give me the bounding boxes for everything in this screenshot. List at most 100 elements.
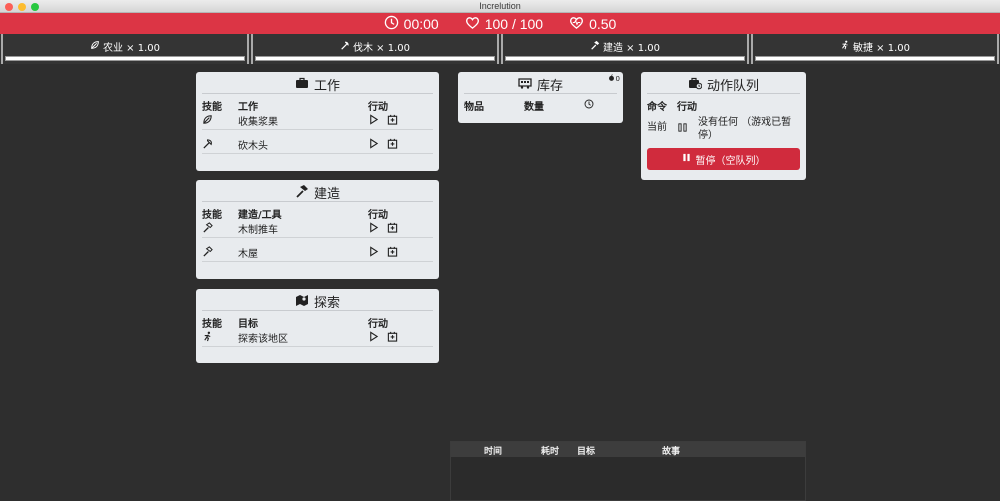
queue-table-header: 命令 行动 <box>647 98 800 113</box>
build-card-title: 建造 <box>313 187 340 202</box>
status-bar: 00:00 100 / 100 0.50 <box>0 13 1000 34</box>
pause-icon <box>682 153 691 165</box>
skill-progress-woodcutting <box>255 56 495 61</box>
skill-woodcutting: 伐木 × 1.00 <box>251 34 499 64</box>
header-skill: 技能 <box>202 209 222 221</box>
skill-agility: 敏捷 × 1.00 <box>751 34 999 64</box>
play-icon[interactable] <box>368 137 379 152</box>
header-action: 行动 <box>677 101 697 113</box>
action-queue-title: 动作队列 <box>706 79 759 94</box>
hammer-icon <box>295 184 309 202</box>
add-to-queue-icon[interactable] <box>387 138 398 152</box>
work-row: 砍木头 <box>202 136 433 154</box>
log-header-duration: 耗时 <box>541 447 560 457</box>
add-to-queue-icon[interactable] <box>387 331 398 345</box>
header-name: 目标 <box>238 318 258 330</box>
skill-progress-construction <box>505 56 745 61</box>
work-name: 砍木头 <box>238 141 268 152</box>
time-stat: 00:00 <box>384 15 439 33</box>
log-header-story: 故事 <box>662 447 681 457</box>
explore-card: 探索 技能 目标 行动 探索该地区 <box>196 289 439 363</box>
build-row: 木制推车 <box>202 220 433 238</box>
pause-icon[interactable] <box>677 116 698 142</box>
build-table-header: 技能 建造/工具 行动 <box>202 206 433 221</box>
explore-row: 探索该地区 <box>202 329 433 347</box>
skill-progress-farming <box>5 56 245 61</box>
work-card-title: 工作 <box>313 79 340 94</box>
rate-value: 0.50 <box>589 15 617 32</box>
pause-queue-label: 暂停（空队列） <box>695 155 766 167</box>
work-card-header: 工作 <box>202 76 433 94</box>
clock-icon <box>384 15 399 33</box>
add-to-queue-icon[interactable] <box>387 246 398 260</box>
heart-icon <box>465 15 480 33</box>
header-skill: 技能 <box>202 101 222 113</box>
work-name: 收集浆果 <box>238 117 278 128</box>
build-row: 木屋 <box>202 244 433 262</box>
explore-table-header: 技能 目标 行动 <box>202 315 433 330</box>
action-queue-card-header: 动作队列 <box>647 76 800 94</box>
inventory-card-header: 库存 <box>464 76 617 94</box>
story-log-header: 时间 耗时 目标 故事 <box>451 442 805 457</box>
skill-label-farming: 农业 × 1.00 <box>102 43 160 54</box>
queue-current-label: 当前 <box>647 122 667 133</box>
skill-farming: 农业 × 1.00 <box>1 34 249 64</box>
hammer-icon <box>202 221 238 236</box>
add-to-queue-icon[interactable] <box>387 222 398 236</box>
work-table-header: 技能 工作 行动 <box>202 98 433 113</box>
skill-label-construction: 建造 × 1.00 <box>602 43 660 54</box>
action-queue-card: 动作队列 命令 行动 当前 没有任何 （游戏已暂停） 暂停（空队列） <box>641 72 806 180</box>
map-icon <box>295 293 309 311</box>
hammer-icon <box>590 40 600 53</box>
inventory-card: 0 库存 物品 数量 <box>458 72 623 123</box>
warehouse-icon <box>518 76 532 94</box>
window-titlebar: Increlution <box>0 0 1000 13</box>
build-card-header: 建造 <box>202 184 433 202</box>
header-action: 行动 <box>368 101 388 113</box>
axe-icon <box>202 138 238 152</box>
window-title: Increlution <box>479 1 521 11</box>
rate-stat: 0.50 <box>569 15 616 33</box>
header-name: 工作 <box>238 101 258 113</box>
inventory-count-badge: 0 <box>608 74 620 83</box>
header-name: 建造/工具 <box>238 209 282 221</box>
work-card: 工作 技能 工作 行动 收集浆果 砍木头 <box>196 72 439 171</box>
runner-icon <box>202 331 238 345</box>
skill-progress-agility <box>755 56 995 61</box>
story-log: 时间 耗时 目标 故事 <box>450 441 806 501</box>
work-row: 收集浆果 <box>202 112 433 130</box>
explore-name: 探索该地区 <box>238 334 288 345</box>
header-action: 行动 <box>368 318 388 330</box>
inventory-card-title: 库存 <box>536 79 563 94</box>
play-icon[interactable] <box>368 330 379 345</box>
log-header-target: 目标 <box>577 447 596 457</box>
explore-card-title: 探索 <box>313 296 340 311</box>
leaf-icon <box>90 40 100 53</box>
health-value: 100 / 100 <box>484 15 544 32</box>
play-icon[interactable] <box>368 113 379 128</box>
heart-pulse-icon <box>569 15 584 33</box>
header-action: 行动 <box>368 209 388 221</box>
queue-current-row: 当前 没有任何 （游戏已暂停） <box>647 116 800 142</box>
briefcase-icon <box>295 76 309 94</box>
skill-label-agility: 敏捷 × 1.00 <box>852 43 910 54</box>
apple-icon <box>608 74 615 83</box>
build-card: 建造 技能 建造/工具 行动 木制推车 木屋 <box>196 180 439 279</box>
header-skill: 技能 <box>202 318 222 330</box>
play-icon[interactable] <box>368 245 379 260</box>
add-to-queue-icon[interactable] <box>387 114 398 128</box>
axe-icon <box>340 40 350 53</box>
inventory-count: 0 <box>615 74 620 83</box>
build-name: 木屋 <box>238 249 258 260</box>
pause-queue-button[interactable]: 暂停（空队列） <box>647 148 800 170</box>
header-command: 命令 <box>647 101 667 113</box>
runner-icon <box>840 40 850 53</box>
briefcase-clock-icon <box>688 76 703 94</box>
queue-current-text: 没有任何 （游戏已暂停） <box>698 117 792 141</box>
play-icon[interactable] <box>368 221 379 236</box>
leaf-icon <box>202 114 238 128</box>
log-header-time: 时间 <box>484 447 503 457</box>
header-quantity: 数量 <box>524 101 544 113</box>
skill-construction: 建造 × 1.00 <box>501 34 749 64</box>
header-item: 物品 <box>464 101 484 113</box>
